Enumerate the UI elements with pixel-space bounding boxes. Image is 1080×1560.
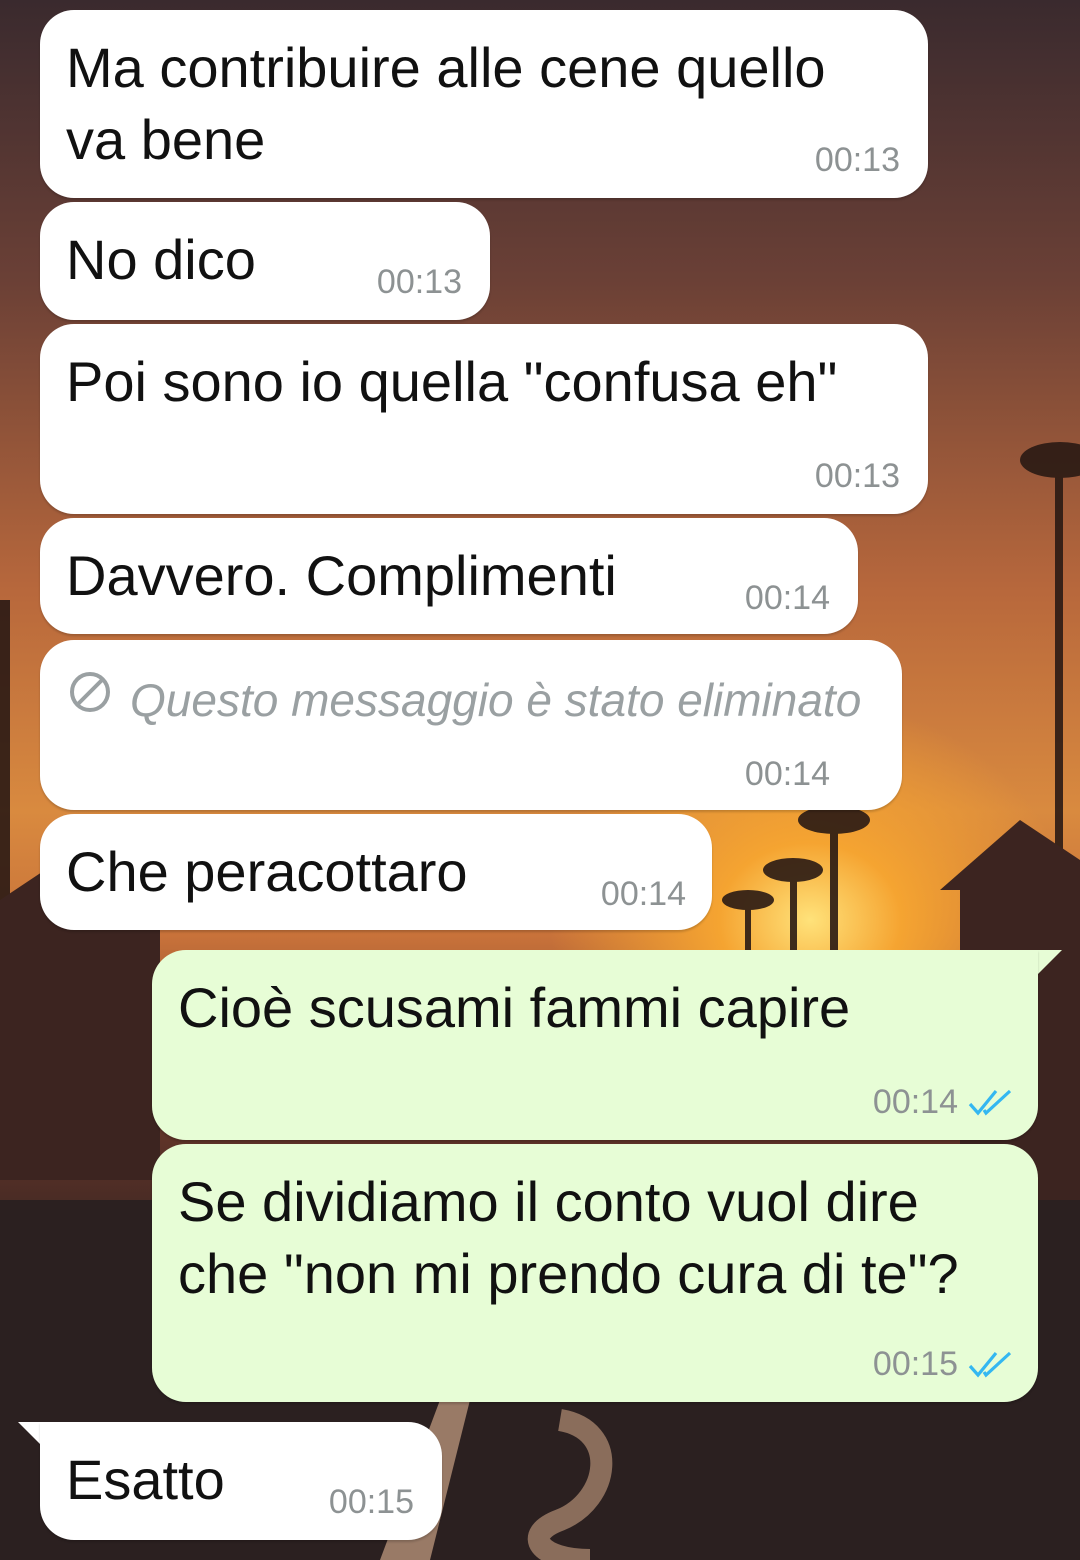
message-bubble-deleted[interactable]: Questo messaggio è stato eliminato 00:14 (40, 640, 902, 810)
message-bubble-incoming[interactable]: Ma contribuire alle cene quello va bene … (40, 10, 928, 198)
message-bubble-incoming[interactable]: Esatto 00:15 (40, 1422, 442, 1540)
message-time: 00:13 (814, 457, 900, 495)
message-bubble-outgoing[interactable]: Se dividiamo il conto vuol dire che "non… (152, 1144, 1038, 1402)
message-time: 00:14 (744, 755, 830, 793)
message-text: Cioè scusami fammi capire (178, 976, 851, 1039)
message-text: Se dividiamo il conto vuol dire che "non… (178, 1170, 959, 1305)
message-text: Che peracottaro (66, 840, 468, 903)
message-text: Ma contribuire alle cene quello va bene (66, 36, 826, 171)
message-bubble-incoming[interactable]: Davvero. Complimenti 00:14 (40, 518, 858, 634)
message-text: Esatto (66, 1448, 225, 1511)
message-time: 00:15 (872, 1345, 958, 1383)
message-bubble-incoming[interactable]: No dico 00:13 (40, 202, 490, 320)
message-time: 00:14 (872, 1083, 958, 1121)
message-time: 00:14 (600, 875, 686, 913)
deleted-message-text: Questo messaggio è stato eliminato (130, 674, 862, 726)
message-text: Davvero. Complimenti (66, 544, 617, 607)
message-bubble-outgoing[interactable]: Cioè scusami fammi capire 00:14 (152, 950, 1038, 1140)
deleted-message-icon (70, 672, 110, 712)
message-time: 00:13 (376, 263, 462, 301)
double-check-icon (968, 1351, 1012, 1378)
message-text: No dico (66, 228, 256, 291)
message-time: 00:13 (814, 141, 900, 179)
message-bubble-incoming[interactable]: Poi sono io quella "confusa eh" 00:13 (40, 324, 928, 514)
message-time: 00:14 (744, 579, 830, 617)
message-bubble-incoming[interactable]: Che peracottaro 00:14 (40, 814, 712, 930)
message-time: 00:15 (328, 1483, 414, 1521)
message-text: Poi sono io quella "confusa eh" (66, 350, 838, 413)
double-check-icon (968, 1089, 1012, 1116)
